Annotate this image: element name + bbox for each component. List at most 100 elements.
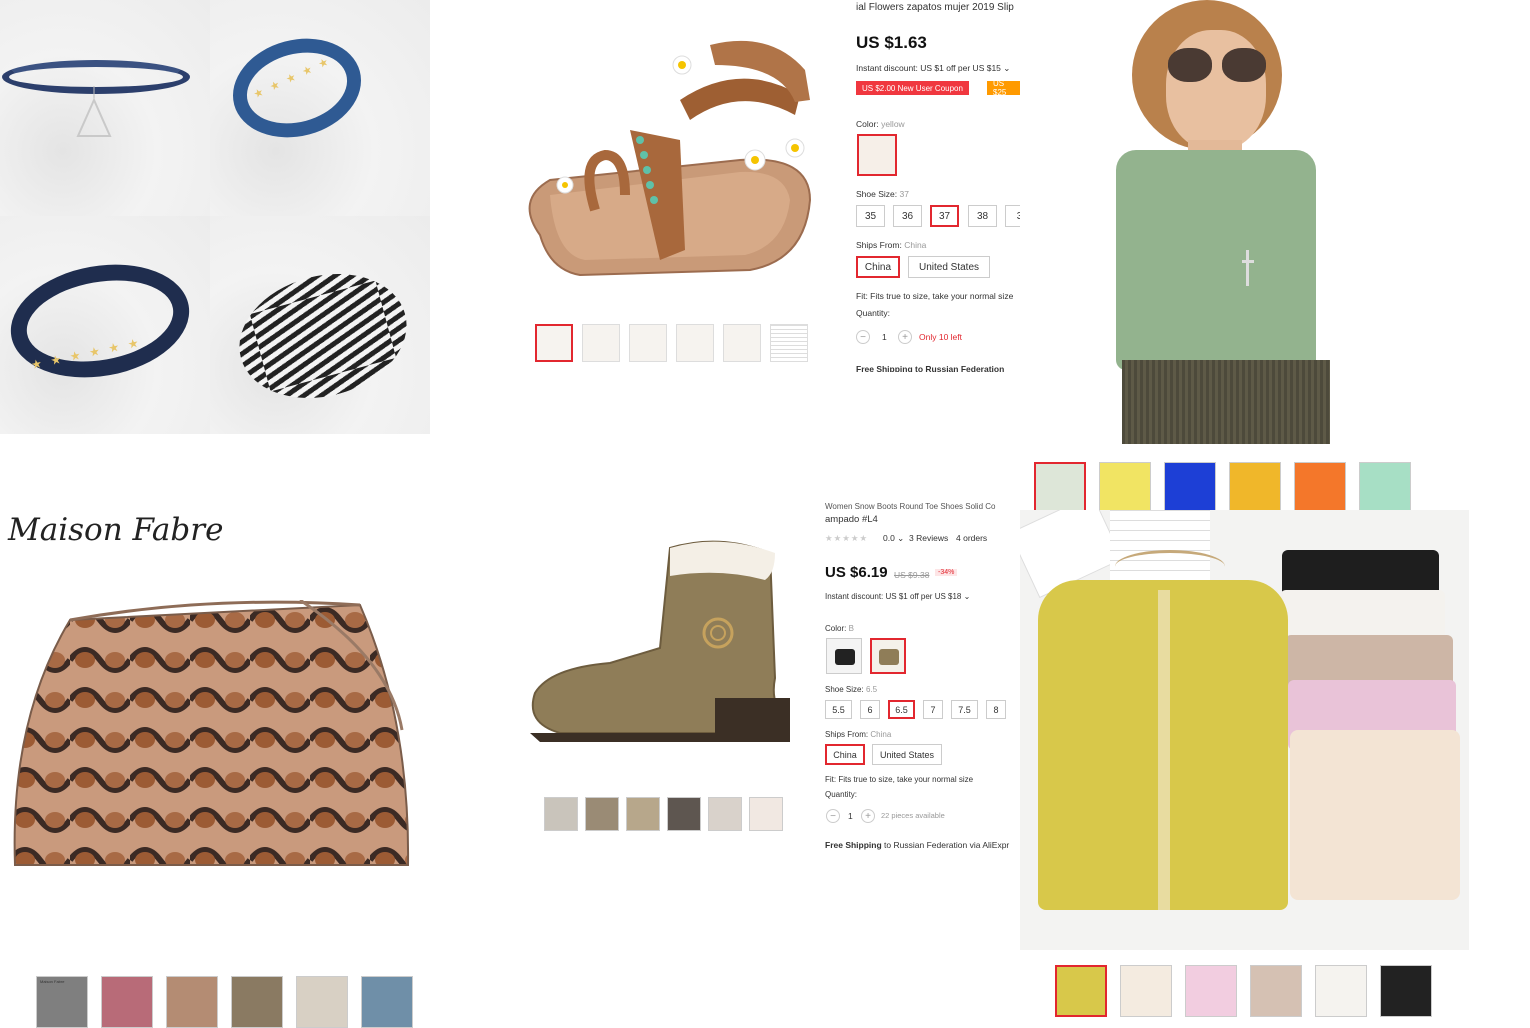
cardigan-thumb-4[interactable] [1250,965,1302,1017]
sandal-thumb-5[interactable] [723,324,761,362]
triangle-pendant-icon [76,86,112,137]
boot-thumb-3[interactable] [626,797,660,831]
quantity-minus-button[interactable]: − [856,330,870,344]
sandal-title: ial Flowers zapatos mujer 2019 Slip [856,2,1014,13]
size-value: 37 [899,189,909,199]
top-thumb-mint[interactable] [1359,462,1411,514]
boot-ships-row: Ships From: China [825,730,891,739]
boot-title-line2: ampado #L4 [825,514,878,525]
boot-reviews[interactable]: 3 Reviews [909,533,948,543]
bag-thumb-6[interactable] [361,976,413,1028]
hanger-icon [1115,550,1225,583]
sandal-product-image [510,20,820,310]
boot-quantity-label: Quantity: [825,790,858,799]
sandal-thumb-3[interactable] [629,324,667,362]
coupon-badge[interactable]: US $25 [987,79,1020,97]
size-option-36[interactable]: 36 [893,205,922,227]
size-option-37[interactable]: 37 [930,205,959,227]
boot-thumb-1[interactable] [544,797,578,831]
boot-thumb-5[interactable] [708,797,742,831]
sandal-color-row: Color: yellow [856,119,905,129]
sandal-detail-panel: ial Flowers zapatos mujer 2019 Slip US $… [856,0,1020,372]
top-thumb-mustard[interactable] [1229,462,1281,514]
ships-option-us[interactable]: United States [908,256,990,278]
color-value: yellow [881,119,905,129]
boot-rating[interactable]: 0.0 ⌄ [883,533,904,544]
boot-ships-china[interactable]: China [825,744,865,765]
boot-size-row: Shoe Size: 6.5 [825,685,877,694]
top-thumb-1[interactable] [1034,462,1086,514]
sandal-instant-discount[interactable]: Instant discount: US $1 off per US $15 ⌄ [856,63,1010,74]
boot-shipping-bold: Free Shipping [825,840,882,850]
boot-shipping-note: Free Shipping to Russian Federation via … [825,840,1009,850]
boot-quantity-plus-button[interactable]: + [861,809,875,823]
cardigan-thumb-3[interactable] [1185,965,1237,1017]
boot-stock-note: 22 pieces available [881,811,945,820]
boot-size-7-5[interactable]: 7.5 [951,700,978,719]
size-option-35[interactable]: 35 [856,205,885,227]
bag-thumb-brand: Maison Fabre [40,979,65,984]
sandal-color-swatch[interactable] [857,134,897,176]
sandal-stock-note: Only 10 left [919,332,962,342]
sandal-quantity-value[interactable]: 1 [882,332,887,342]
necklace-product-image: ★★★★★ ★★★★★★ [0,0,430,434]
sandal-thumb-1[interactable] [535,324,573,362]
ships-value: China [904,240,927,250]
boot-size-7[interactable]: 7 [923,700,943,719]
boot-ships-label: Ships From: [825,730,869,739]
cardigan-thumb-6[interactable] [1380,965,1432,1017]
boot-instant-discount[interactable]: Instant discount: US $1 off per US $18 ⌄ [825,592,970,601]
boot-detail-panel: Women Snow Boots Round Toe Shoes Solid C… [825,500,1020,860]
necklace-photo-2: ★★★★★ [210,0,430,216]
cardigan-thumb-2[interactable] [1120,965,1172,1017]
boot-size-8[interactable]: 8 [986,700,1006,719]
top-thumb-yellow[interactable] [1099,462,1151,514]
boot-ships-us[interactable]: United States [872,744,942,765]
model-skirt [1122,360,1330,444]
green-top-garment [1116,150,1316,370]
size-option-38[interactable]: 38 [968,205,997,227]
boot-quantity-minus-button[interactable]: − [826,809,840,823]
new-user-coupon-badge[interactable]: US $2.00 New User Coupon [856,81,969,95]
boot-rating-stars: ★★★★★ [825,533,869,543]
sandal-thumb-4[interactable] [676,324,714,362]
stacked-cardigan-cream [1290,730,1460,900]
sandal-thumb-6[interactable] [770,324,808,362]
bag-thumb-4[interactable] [231,976,283,1028]
sandal-illustration [528,40,812,277]
snake-bag-illustration [13,598,410,866]
boot-old-price: US $9.38 [894,570,930,580]
snake-bag-image [10,598,410,875]
ships-label: Ships From: [856,240,902,250]
boot-orders: 4 orders [956,533,988,543]
bag-thumb-3[interactable] [166,976,218,1028]
boot-price: US $6.19 [825,564,888,581]
necklace-photo-1 [0,0,210,216]
size-option-39[interactable]: 3 [1005,205,1020,227]
boot-thumb-2[interactable] [585,797,619,831]
sandal-shipping-note: Free Shipping to Russian Federation [856,364,1005,372]
boot-size-5-5[interactable]: 5.5 [825,700,852,719]
top-thumb-blue[interactable] [1164,462,1216,514]
cardigan-thumb-5[interactable] [1315,965,1367,1017]
sandal-thumb-2[interactable] [582,324,620,362]
cardigan-placket [1158,590,1170,910]
boot-thumb-6[interactable] [749,797,783,831]
boot-size-6-5[interactable]: 6.5 [888,700,915,719]
boot-thumb-4[interactable] [667,797,701,831]
boot-title-line1: Women Snow Boots Round Toe Shoes Solid C… [825,502,996,511]
boot-discount-badge: -34% [935,569,958,576]
quantity-plus-button[interactable]: + [898,330,912,344]
bag-thumb-5[interactable] [296,976,348,1028]
ships-option-china[interactable]: China [856,256,900,278]
green-top-product-image [1096,0,1330,444]
top-thumb-orange[interactable] [1294,462,1346,514]
boot-size-value: 6.5 [865,685,878,694]
boot-size-6[interactable]: 6 [860,700,880,719]
color-label: Color: [856,119,879,129]
boot-quantity-value[interactable]: 1 [848,811,853,821]
boot-color-brown-swatch[interactable] [870,638,906,674]
bag-thumb-2[interactable] [101,976,153,1028]
boot-color-black-swatch[interactable] [826,638,862,674]
cardigan-thumb-1[interactable] [1055,965,1107,1017]
